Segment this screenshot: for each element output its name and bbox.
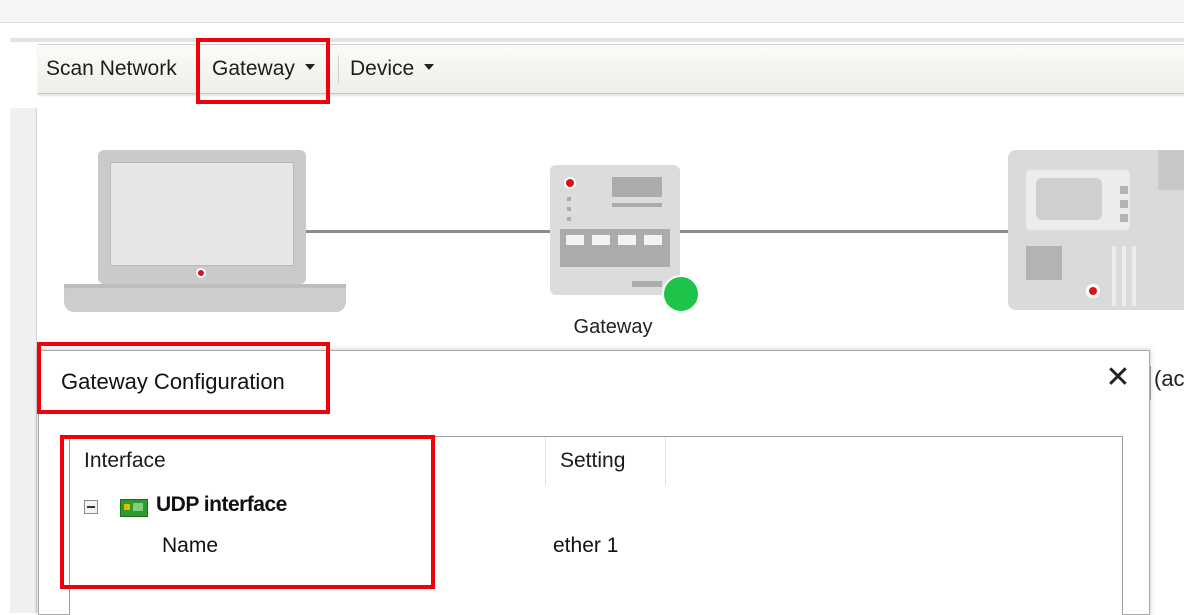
- toolbar-separator: [196, 55, 197, 83]
- status-indicator-icon: [662, 275, 700, 313]
- toolbar-separator: [338, 55, 339, 83]
- collapse-icon[interactable]: [84, 500, 98, 514]
- configuration-grid: Interface Setting UDP interface Name eth…: [69, 436, 1123, 615]
- property-name[interactable]: Name: [162, 534, 218, 558]
- dialog-title: Gateway Configuration: [61, 369, 285, 394]
- device-menu-label: Device: [350, 57, 415, 80]
- chevron-down-icon: [304, 64, 315, 71]
- device-menu-button[interactable]: Device: [350, 45, 435, 93]
- background-text: (act: [1150, 366, 1184, 400]
- gateway-device-icon[interactable]: [550, 165, 680, 295]
- scan-network-label: Scan Network: [46, 57, 177, 80]
- chevron-down-icon: [424, 64, 435, 71]
- gateway-menu-label: Gateway: [212, 57, 295, 80]
- network-card-icon: [120, 499, 148, 517]
- connection-line: [306, 230, 550, 233]
- tree-node-udp-interface[interactable]: UDP interface: [156, 493, 287, 517]
- column-header-setting[interactable]: Setting: [546, 437, 666, 485]
- window-top-strip: [0, 0, 1184, 23]
- close-icon[interactable]: ✕: [1103, 363, 1133, 393]
- window-separator: [10, 38, 1184, 42]
- gateway-node-label: Gateway: [573, 316, 653, 338]
- property-value[interactable]: ether 1: [553, 534, 618, 558]
- column-header-interface[interactable]: Interface: [70, 437, 546, 485]
- left-panel-edge: [10, 108, 37, 613]
- device-icon[interactable]: [1008, 150, 1184, 310]
- scan-network-button[interactable]: Scan Network: [46, 45, 177, 93]
- toolbar: Scan Network Gateway Device: [38, 44, 1184, 94]
- gateway-configuration-dialog: Gateway Configuration ✕ Interface Settin…: [38, 350, 1150, 615]
- gateway-menu-button[interactable]: Gateway: [212, 45, 315, 93]
- connection-line: [680, 230, 1008, 233]
